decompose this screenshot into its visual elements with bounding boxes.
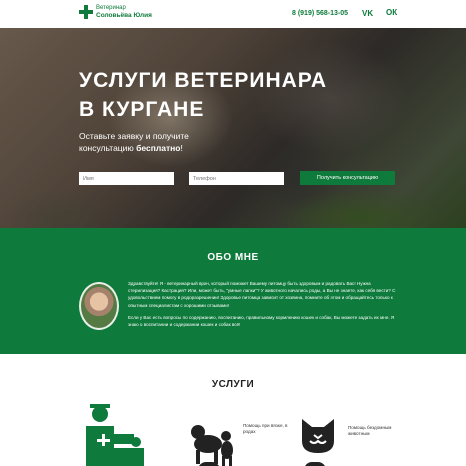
hero-subtitle: Оставьте заявку и получите консультацию … <box>79 131 189 153</box>
get-consultation-button[interactable]: Получить консультацию <box>300 171 395 185</box>
about-paragraph: Здравствуйте! Я - ветеринарный врач, кот… <box>128 281 396 308</box>
service-label-homeless: Помощь бездомным животным <box>348 425 392 436</box>
about-title: ОБО МНЕ <box>207 252 259 263</box>
about-section: ОБО МНЕ Здравствуйте! Я - ветеринарный в… <box>0 228 466 354</box>
cat-icon <box>302 419 334 453</box>
hero-title: УСЛУГИ ВЕТЕРИНАРА В КУРГАНЕ <box>79 69 328 121</box>
logo-line2: Соловьёва Юлия <box>96 12 152 19</box>
about-text: Здравствуйте! Я - ветеринарный врач, кот… <box>128 280 398 328</box>
logo-line1: Ветеринар <box>96 5 126 11</box>
vk-icon[interactable]: VK <box>362 9 373 18</box>
service-label-breeding: Помощь при вязке, в родах <box>243 423 288 434</box>
medical-cross-icon <box>79 5 93 19</box>
service-icon-partial <box>198 462 220 466</box>
services-title: УСЛУГИ <box>211 379 255 390</box>
site-logo[interactable]: Ветеринар Соловьёва Юлия <box>79 5 152 19</box>
services-section: УСЛУГИ Помощь при вязке, в родах Помощь … <box>0 354 466 466</box>
dogs-icon <box>191 425 233 466</box>
phone-input[interactable] <box>189 172 284 185</box>
about-paragraph: Если у Вас есть вопросы по содержанию, в… <box>128 314 395 328</box>
service-icon-partial <box>304 462 326 466</box>
name-input[interactable] <box>79 172 174 185</box>
phone-link[interactable]: 8 (919) 568-13-05 <box>292 10 348 17</box>
site-header: Ветеринар Соловьёва Юлия 8 (919) 568-13-… <box>0 0 466 28</box>
veterinarian-icon <box>86 404 144 466</box>
ok-icon[interactable]: ОК <box>386 8 397 17</box>
hero-section: УСЛУГИ ВЕТЕРИНАРА В КУРГАНЕ Оставьте зая… <box>0 28 466 228</box>
avatar <box>79 282 119 330</box>
